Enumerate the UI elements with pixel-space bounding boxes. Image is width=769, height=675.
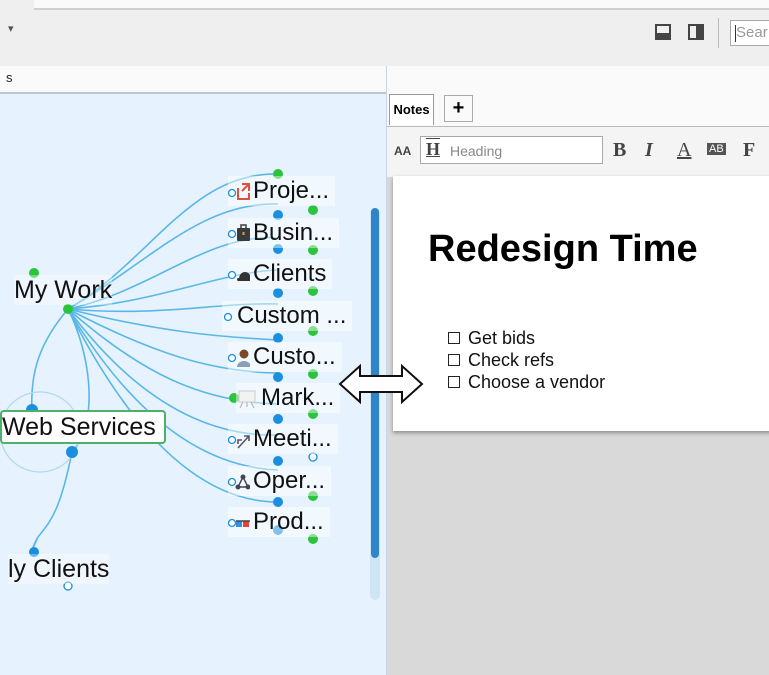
note-title[interactable]: Redesign Time [428,228,698,271]
topic-custom[interactable]: Custom ... [222,301,353,331]
checklist-item[interactable]: Get bids [448,327,605,349]
highlight-button[interactable]: AB [707,143,726,155]
topic-label: Proje... [253,177,330,204]
topic-label: Clients [253,260,327,287]
topic-label: Custom ... [237,302,347,329]
topic-label: Mark... [261,384,335,411]
checklist-label: Choose a vendor [468,372,606,392]
style-placeholder: Heading [450,143,503,159]
font-size-icon[interactable]: AA [394,144,411,158]
topic-customers[interactable]: Custo... [228,342,342,372]
topic-label: Custo... [253,343,336,370]
checkbox[interactable] [448,376,460,388]
checkbox[interactable] [448,354,460,366]
notes-panel: Notes + AA H Heading B I A AB F Redesign… [387,66,769,675]
top-toolbar: ▾ Sear [0,0,769,66]
text-caret [735,25,736,42]
checklist-item[interactable]: Choose a vendor [448,371,605,393]
checklist-label: Check refs [468,350,555,370]
checklist-item[interactable]: Check refs [448,349,605,371]
checklist: Get bids Check refs Choose a vendor [448,327,605,393]
topic-label: Meeti... [253,425,332,452]
3d-glasses-icon [228,518,250,528]
bottom-pane-icon[interactable] [655,24,671,40]
italic-button[interactable]: I [645,139,653,162]
mind-map-panel[interactable]: s My Work Web Services ly Clients Proje.… [0,66,387,675]
left-panel-tabs: s [0,66,386,94]
checklist-label: Get bids [468,328,536,348]
main-topic[interactable]: Web Services [0,410,166,444]
heading-icon: H [426,139,441,159]
central-topic[interactable]: My Work [14,275,113,305]
topic-label: Prod... [253,508,324,535]
checkbox[interactable] [448,332,460,344]
search-input[interactable]: Sear [730,20,769,46]
project-arrow-icon [228,183,250,200]
font-button[interactable]: F [743,139,755,162]
dropdown-arrow-icon[interactable]: ▾ [8,22,14,35]
briefcase-icon [228,224,250,241]
topic-products[interactable]: Prod... [228,507,330,537]
topic-marketing[interactable]: Mark... [236,383,341,413]
topic-meetings[interactable]: Meeti... [228,424,338,454]
search-placeholder: Sear [736,24,768,41]
sub-topic[interactable]: ly Clients [8,554,110,584]
side-pane-icon[interactable] [688,24,704,40]
toolbar-divider [718,18,719,48]
topic-business[interactable]: Busin... [228,218,340,248]
resize-cursor-icon [338,363,424,405]
topic-projects[interactable]: Proje... [228,176,336,206]
notes-tabbar: Notes + [387,66,769,126]
presentation-icon [238,390,256,409]
network-icon [228,474,250,490]
note-editor[interactable]: Redesign Time Get bids Check refs Choose… [393,176,769,431]
paragraph-style-select[interactable]: H Heading [420,136,603,164]
topic-clients[interactable]: Clients [228,259,333,289]
connector-circle-icon [223,312,233,322]
add-tab-button[interactable]: + [444,95,473,122]
font-color-button[interactable]: A [677,139,691,162]
bold-button[interactable]: B [613,139,626,162]
topic-label: Oper... [253,467,326,494]
left-tab-label[interactable]: s [6,70,13,85]
topic-operations[interactable]: Oper... [228,466,332,496]
arrows-icon [228,435,250,449]
ribbon-edge [34,0,769,10]
person-icon [228,349,250,367]
topic-label: Busin... [253,219,334,246]
tab-notes[interactable]: Notes [389,94,434,125]
format-toolbar: AA H Heading B I A AB F [387,126,769,177]
bowler-hat-icon [228,270,250,281]
